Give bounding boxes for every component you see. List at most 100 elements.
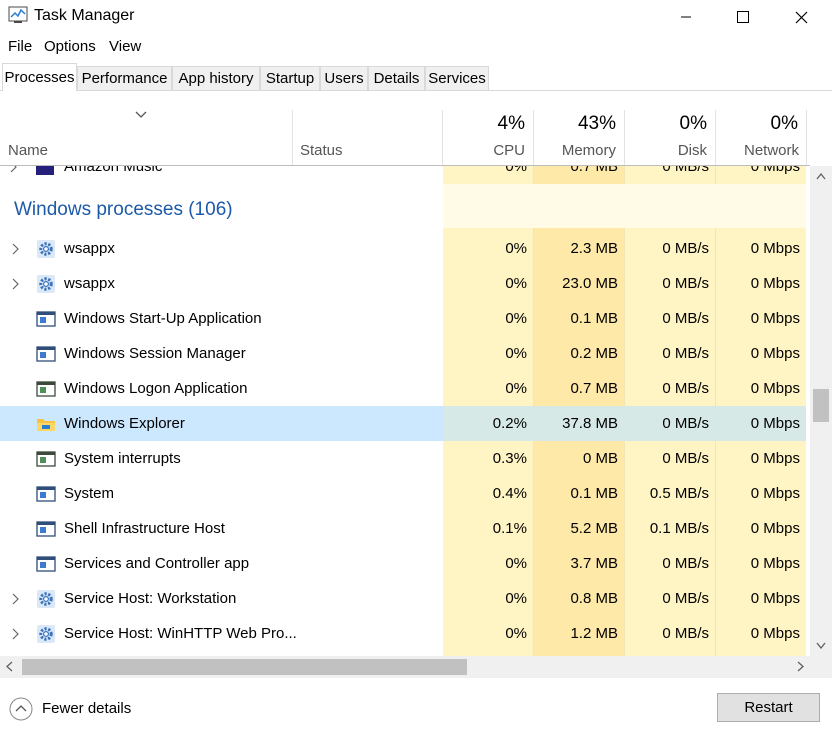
cpu-value: 0% [505,345,527,362]
process-name: Windows Explorer [64,415,185,432]
tab-services[interactable]: Services [425,66,489,90]
cpu-total[interactable]: 4% [444,113,525,135]
app-window-icon [36,519,56,539]
table-row[interactable]: Service Host: WinHTTP Web Pro... 0% 1.2 MB… [0,616,810,651]
column-divider[interactable] [715,110,716,165]
column-divider[interactable] [806,110,807,165]
table-row[interactable]: Amazon Music 0% 0.7 MB 0 MB/s 0 Mbps [0,166,810,184]
column-divider[interactable] [533,110,534,165]
network-value: 0 Mbps [750,166,800,175]
window-title: Task Manager [34,7,135,24]
column-disk[interactable]: Disk [626,142,707,159]
tab-startup[interactable]: Startup [260,66,320,90]
cpu-value: 0% [505,555,527,572]
network-value: 0 Mbps [750,625,800,642]
scroll-up-icon[interactable] [816,173,826,180]
logon-window-icon [36,449,56,469]
memory-value: 2.3 MB [570,240,618,257]
memory-value: 3.7 MB [570,555,618,572]
app-window-icon [36,344,56,364]
disk-value: 0 MB/s [662,380,709,397]
chevron-right-icon[interactable] [12,593,20,605]
horizontal-scrollbar[interactable] [0,656,810,678]
folder-icon [36,414,56,434]
tab-processes[interactable]: Processes [2,63,77,91]
table-row[interactable]: System interrupts 0.3% 0 MB 0 MB/s 0 Mbps [0,441,810,476]
network-value: 0 Mbps [750,555,800,572]
table-row[interactable]: System 0.4% 0.1 MB 0.5 MB/s 0 Mbps [0,476,810,511]
network-value: 0 Mbps [750,275,800,292]
horizontal-scroll-thumb[interactable] [22,659,467,675]
group-header[interactable]: Windows processes (106) [14,199,233,221]
process-name: Windows Logon Application [64,380,248,397]
table-row[interactable]: Services and Controller app 0% 3.7 MB 0 MB/… [0,546,810,581]
network-value: 0 Mbps [750,450,800,467]
fewer-details-link[interactable]: Fewer details [42,700,131,717]
minimize-button[interactable] [658,0,714,34]
network-value: 0 Mbps [750,415,800,432]
column-divider[interactable] [292,110,293,165]
chevron-right-icon[interactable] [12,243,20,255]
restart-button[interactable]: Restart [717,693,820,722]
tab-app-history[interactable]: App history [172,66,260,90]
disk-total[interactable]: 0% [626,113,707,135]
menu-options[interactable]: Options [44,38,96,55]
chevron-right-icon[interactable] [10,166,18,173]
column-name[interactable]: Name [8,142,48,159]
column-cpu[interactable]: CPU [444,142,525,159]
tab-users[interactable]: Users [320,66,368,90]
vertical-scrollbar[interactable] [810,166,832,656]
menu-file[interactable]: File [8,38,32,55]
gear-icon [36,274,56,294]
column-divider[interactable] [442,110,443,165]
disk-value: 0 MB/s [662,310,709,327]
table-row[interactable]: Windows Logon Application 0% 0.7 MB 0 MB/s 0… [0,371,810,406]
column-network[interactable]: Network [717,142,799,159]
disk-value: 0.5 MB/s [649,485,709,502]
chevron-right-icon[interactable] [12,628,20,640]
table-row[interactable]: Windows Session Manager 0% 0.2 MB 0 MB/s 0 M… [0,336,810,371]
column-status[interactable]: Status [300,142,343,159]
memory-value: 0.7 MB [570,166,618,175]
table-row[interactable]: Service Host: Workstation 0% 0.8 MB 0 MB/s 0… [0,581,810,616]
table-row[interactable]: wsappx 0% 23.0 MB 0 MB/s 0 Mbps [0,266,810,301]
network-value: 0 Mbps [750,590,800,607]
table-row[interactable]: Windows Explorer 0.2% 37.8 MB 0 MB/s 0 Mbps [0,406,810,441]
menu-view[interactable]: View [109,38,141,55]
scroll-down-icon[interactable] [816,642,826,649]
process-list[interactable]: Amazon Music 0% 0.7 MB 0 MB/s 0 Mbps Win… [0,166,810,656]
process-name: Service Host: WinHTTP Web Pro... [64,625,297,642]
memory-total[interactable]: 43% [535,113,616,135]
fewer-details-icon[interactable] [9,697,33,721]
close-icon [795,11,807,23]
column-memory[interactable]: Memory [535,142,616,159]
process-name: Amazon Music [64,166,163,175]
table-row[interactable]: wsappx 0% 2.3 MB 0 MB/s 0 Mbps [0,231,810,266]
memory-value: 37.8 MB [562,415,618,432]
cpu-value: 0% [505,166,527,175]
scroll-left-icon[interactable] [6,661,13,672]
chevron-right-icon[interactable] [12,278,20,290]
minimize-icon [681,16,691,18]
tab-details[interactable]: Details [368,66,425,90]
memory-value: 0.1 MB [570,485,618,502]
table-row[interactable]: Shell Infrastructure Host 0.1% 5.2 MB 0.1 M… [0,511,810,546]
network-total[interactable]: 0% [717,113,798,135]
vertical-scroll-thumb[interactable] [813,389,829,422]
maximize-button[interactable] [715,0,771,34]
column-divider[interactable] [624,110,625,165]
scroll-right-icon[interactable] [797,661,804,672]
disk-value: 0 MB/s [662,275,709,292]
process-name: Shell Infrastructure Host [64,520,225,537]
table-row[interactable]: Windows Start-Up Application 0% 0.1 MB 0 MB… [0,301,810,336]
task-manager-app-icon [8,6,28,23]
network-value: 0 Mbps [750,380,800,397]
disk-value: 0 MB/s [662,240,709,257]
memory-value: 0.8 MB [570,590,618,607]
cpu-value: 0% [505,310,527,327]
disk-value: 0 MB/s [662,625,709,642]
close-button[interactable] [773,0,829,34]
tab-performance[interactable]: Performance [77,66,172,90]
network-value: 0 Mbps [750,345,800,362]
sort-chevron-icon[interactable] [135,111,147,119]
